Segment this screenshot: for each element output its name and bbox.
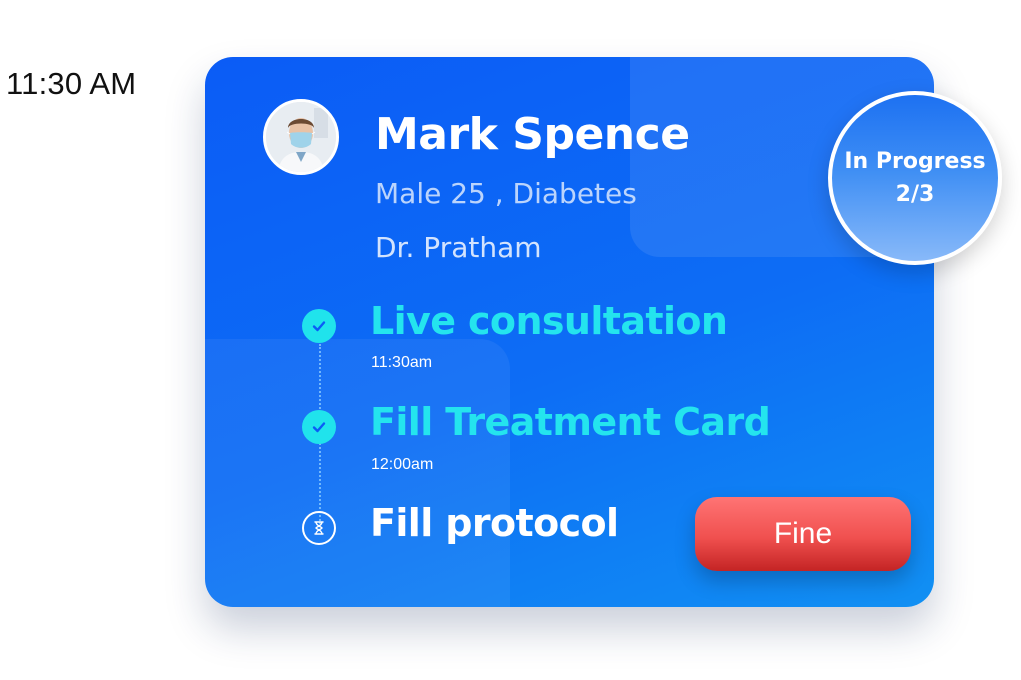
doctor-name: Dr. Pratham: [375, 231, 542, 264]
hourglass-icon: [302, 511, 336, 545]
status-progress: 2/3: [895, 182, 935, 207]
step-title-live-consultation[interactable]: Live consultation: [370, 299, 728, 343]
check-circle-icon: [302, 309, 336, 343]
status-label: In Progress: [844, 149, 986, 174]
patient-details: Male 25 , Diabetes: [375, 177, 637, 210]
patient-name: Mark Spence: [375, 109, 690, 160]
avatar: [263, 99, 339, 175]
check-circle-icon: [302, 410, 336, 444]
step-time: 12:00am: [371, 456, 434, 473]
step-time: 11:30am: [371, 354, 433, 371]
step-title-fill-protocol[interactable]: Fill protocol: [370, 501, 619, 545]
patient-card: Mark Spence Male 25 , Diabetes Dr. Prath…: [205, 57, 934, 607]
step-title-fill-treatment-card[interactable]: Fill Treatment Card: [370, 400, 771, 444]
time-label: 11:30 AM: [6, 66, 137, 101]
fine-button[interactable]: Fine: [695, 497, 911, 571]
status-badge: In Progress 2/3: [828, 91, 1002, 265]
decorative-panel: [205, 339, 510, 607]
